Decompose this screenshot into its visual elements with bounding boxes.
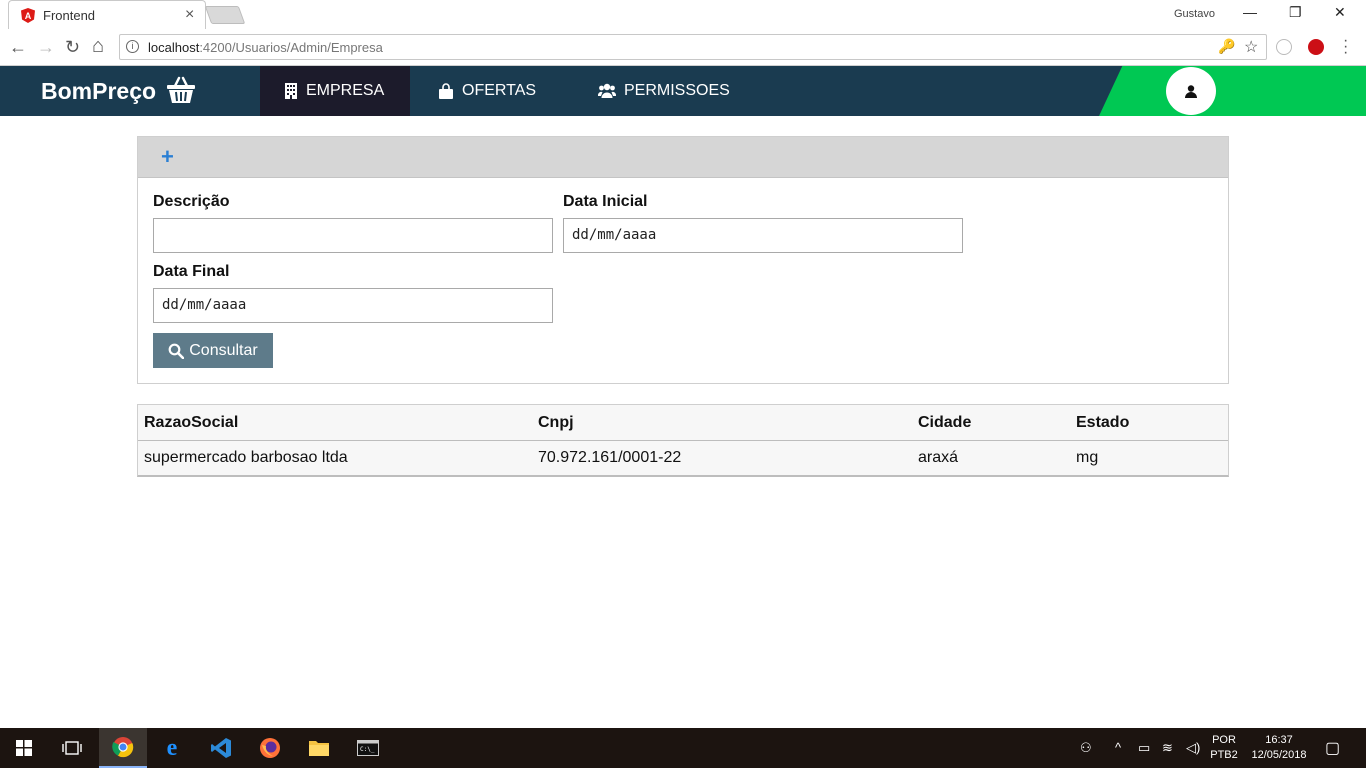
language-indicator[interactable]: POR PTB2 [1208, 733, 1240, 763]
app-navbar: BomPreço EMPRESA OFERTAS PERMISSOES [0, 66, 1366, 116]
opera-extension-icon[interactable] [1308, 39, 1324, 55]
address-bar[interactable]: i localhost:4200/Usuarios/Admin/Empresa … [119, 34, 1267, 60]
home-button[interactable]: ⌂ [92, 35, 104, 58]
nav-item-permissoes[interactable]: PERMISSOES [598, 66, 730, 116]
restore-button[interactable]: ❐ [1289, 4, 1302, 21]
people-icon[interactable]: ⚇ [1080, 740, 1092, 756]
consultar-label: Consultar [189, 341, 258, 359]
volume-icon[interactable]: ◁) [1186, 740, 1200, 756]
terminal-icon: C:\_ [357, 740, 379, 756]
column-header-cidade[interactable]: Cidade [918, 414, 971, 432]
nav-item-empresa[interactable]: EMPRESA [260, 66, 410, 116]
nav-item-label: OFERTAS [462, 82, 537, 99]
basket-icon [167, 76, 195, 103]
data-final-label: Data Final [153, 263, 230, 280]
results-table: RazaoSocial Cnpj Cidade Estado supermerc… [137, 404, 1229, 477]
shopping-bag-icon [438, 83, 454, 99]
browser-toolbar: ← → ↻ ⌂ i localhost:4200/Usuarios/Admin/… [0, 30, 1366, 66]
column-header-estado[interactable]: Estado [1076, 414, 1129, 432]
building-icon [284, 83, 298, 99]
filter-panel-header: + [138, 137, 1228, 178]
extension-icon[interactable] [1276, 39, 1292, 55]
nav-item-ofertas[interactable]: OFERTAS [438, 66, 536, 116]
cell-cidade: araxá [918, 449, 959, 466]
taskbar-firefox[interactable] [246, 728, 294, 768]
url-text[interactable]: localhost:4200/Usuarios/Admin/Empresa [148, 40, 383, 55]
wifi-icon[interactable]: ≋ [1162, 740, 1173, 756]
cell-estado: mg [1076, 449, 1099, 466]
cell-cnpj: 70.972.161/0001-22 [538, 449, 682, 466]
column-header-cnpj[interactable]: Cnpj [538, 414, 574, 432]
firefox-icon [260, 738, 280, 758]
filter-panel: + Descrição Data Inicial dd/mm/aaaa Data… [137, 136, 1229, 384]
taskbar-vscode[interactable] [197, 728, 245, 768]
browser-tab-strip: A Frontend × Gustavo — ❐ ✕ [0, 0, 1366, 30]
table-row[interactable]: supermercado barbosao ltda 70.972.161/00… [138, 441, 1228, 476]
browser-tab[interactable]: A Frontend × [8, 0, 206, 29]
back-button[interactable]: ← [9, 37, 27, 58]
search-icon [168, 343, 185, 359]
descricao-input[interactable] [153, 218, 553, 253]
new-tab-button[interactable] [204, 6, 246, 24]
windows-logo-icon [16, 740, 32, 756]
tab-title: Frontend [43, 8, 96, 23]
minimize-button[interactable]: — [1243, 4, 1257, 20]
taskbar-edge[interactable]: e [148, 728, 196, 768]
nav-item-label: EMPRESA [306, 82, 385, 99]
table-header: RazaoSocial Cnpj Cidade Estado [138, 405, 1228, 441]
chevron-up-icon[interactable]: ^ [1115, 740, 1121, 755]
key-icon[interactable]: 🔑 [1218, 38, 1235, 55]
windows-taskbar: e C:\_ ⚇ ^ ▭ ≋ ◁) POR PTB2 16:37 12/05/201… [0, 728, 1366, 768]
taskbar-file-explorer[interactable] [295, 728, 343, 768]
user-avatar-button[interactable] [1166, 67, 1216, 115]
data-inicial-input[interactable]: dd/mm/aaaa [563, 218, 963, 253]
reload-button[interactable]: ↻ [65, 37, 80, 58]
start-button[interactable] [0, 728, 48, 768]
data-inicial-label: Data Inicial [563, 193, 648, 210]
column-header-razaosocial[interactable]: RazaoSocial [144, 414, 238, 432]
navbar-accent [1099, 66, 1366, 116]
cell-razaosocial: supermercado barbosao ltda [144, 449, 348, 466]
consultar-button[interactable]: Consultar [153, 333, 273, 368]
user-icon [1185, 84, 1197, 98]
task-view-icon [62, 741, 82, 755]
svg-text:A: A [25, 11, 32, 21]
browser-menu-icon[interactable]: · · · [1343, 33, 1348, 61]
descricao-label: Descrição [153, 193, 230, 210]
tab-close-icon[interactable]: × [185, 6, 194, 24]
site-info-icon[interactable]: i [126, 40, 139, 53]
angular-icon: A [21, 8, 35, 23]
edge-icon: e [166, 734, 178, 761]
clock[interactable]: 16:37 12/05/2018 [1246, 733, 1312, 763]
users-icon [598, 83, 616, 99]
window-close-button[interactable]: ✕ [1334, 4, 1346, 21]
chrome-icon [112, 737, 134, 758]
brand-logo-text[interactable]: BomPreço [41, 78, 156, 105]
svg-text:C:\_: C:\_ [360, 746, 375, 753]
bookmark-star-icon[interactable]: ☆ [1244, 37, 1258, 57]
taskbar-terminal[interactable]: C:\_ [344, 728, 392, 768]
folder-icon [309, 741, 329, 756]
add-icon[interactable]: + [161, 146, 174, 168]
profile-name[interactable]: Gustavo [1174, 8, 1215, 20]
data-final-input[interactable]: dd/mm/aaaa [153, 288, 553, 323]
battery-icon[interactable]: ▭ [1138, 740, 1150, 756]
notifications-icon[interactable]: ▢ [1325, 738, 1340, 758]
vscode-icon [211, 738, 231, 758]
forward-button[interactable]: → [37, 37, 55, 58]
taskbar-chrome[interactable] [99, 728, 147, 768]
nav-item-label: PERMISSOES [624, 82, 730, 99]
task-view-button[interactable] [48, 728, 96, 768]
